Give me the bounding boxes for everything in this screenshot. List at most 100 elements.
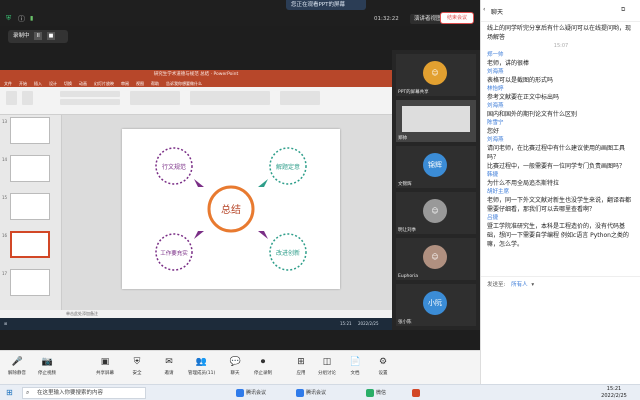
participant-tile[interactable]: 锦辉 文锦辉: [396, 146, 476, 188]
end-meeting-button[interactable]: 结束会议: [440, 12, 474, 24]
chat-input[interactable]: [487, 292, 635, 372]
toolbar-button[interactable]: 👥 管理成员(11): [188, 357, 215, 376]
participant-tile[interactable]: ☺ PPT的屏幕共享: [396, 54, 476, 96]
toolbar-button-label: 文档: [350, 371, 360, 376]
toolbar-button[interactable]: ⏺ 停止录制: [250, 357, 276, 376]
taskbar-app[interactable]: 腾讯会议: [236, 388, 266, 398]
avatar: ☺: [423, 245, 447, 269]
pause-recording-button[interactable]: II: [34, 31, 43, 40]
shield-icon[interactable]: ⛨: [6, 14, 11, 23]
meeting-toolbar: 🎤 解除静音 📷 停止视频 ▣ 共享屏幕 ⛨ 安全 ✉ 邀请 👥 管理成员(11) 💬 聊天 ⏺ 停止录制 ⊞ 应…: [0, 350, 480, 384]
participant-name: 郑帅: [398, 136, 407, 141]
toolbar-button[interactable]: ◫ 分组讨论: [314, 357, 340, 376]
slide-thumbnail[interactable]: [10, 117, 50, 144]
ribbon-paragraph[interactable]: [130, 91, 180, 105]
collapse-icon[interactable]: ‹: [483, 6, 485, 13]
participant-tile[interactable]: 小阮 张小陈: [396, 284, 476, 326]
search-icon: ⌕: [26, 389, 30, 396]
chat-message: 线上的同学听完分享后有什么疑问可以在线提问哟，现场解答: [487, 25, 632, 41]
chevron-down-icon[interactable]: ▾: [531, 282, 534, 288]
recording-indicator[interactable]: 录制中 II ■: [8, 30, 68, 43]
slide-thumbnail[interactable]: [10, 155, 50, 182]
taskbar-app[interactable]: 微信: [366, 388, 386, 398]
toolbar-button[interactable]: ▣ 共享屏幕: [92, 357, 118, 376]
shared-start-icon: ⊞: [4, 321, 8, 326]
ribbon-tab[interactable]: 视图: [136, 81, 144, 86]
ribbon-tab[interactable]: 插入: [34, 81, 42, 86]
shared-taskbar-date: 2022/2/25: [358, 321, 379, 326]
slide-number: 17: [2, 271, 8, 276]
ribbon-tab[interactable]: 帮助: [151, 81, 159, 86]
slide-thumbnail[interactable]: [10, 193, 50, 220]
ribbon-tab[interactable]: 动画: [79, 81, 87, 86]
stop-recording-button[interactable]: ■: [47, 31, 56, 40]
current-slide[interactable]: 总结 行文规范 解题定意 工作要充实 改进创新: [122, 129, 340, 289]
slide-thumbnail[interactable]: [10, 269, 50, 296]
participant-name: 张小陈: [398, 320, 412, 325]
toolbar-button[interactable]: 🎤 解除静音: [4, 357, 30, 376]
ppt-title-bar: 研究生学术道德与规范 总结 · PowerPoint: [0, 70, 392, 80]
ribbon-paste-button[interactable]: [6, 91, 17, 105]
send-to-select[interactable]: 所有人: [511, 282, 528, 288]
taskbar-search[interactable]: ⌕ 在这里输入你要搜索的内容: [22, 387, 146, 399]
ribbon-font-box[interactable]: [60, 91, 120, 97]
arrow-icon: [258, 231, 268, 239]
ribbon-tab[interactable]: 文件: [4, 81, 12, 86]
meeting-top-bar: [0, 0, 480, 26]
slide-thumbnail-selected[interactable]: [10, 231, 50, 258]
participant-tile[interactable]: 郑帅: [396, 100, 476, 142]
notes-hint[interactable]: 单击此处添加备注: [66, 311, 98, 316]
start-icon[interactable]: ⊞: [6, 388, 16, 398]
ribbon-new-slide-button[interactable]: [22, 91, 33, 105]
toolbar-button[interactable]: ⊞ 应用: [288, 357, 314, 376]
ribbon-tab[interactable]: 设计: [49, 81, 57, 86]
toolbar-button-label: 分组讨论: [318, 371, 336, 376]
ribbon-tab[interactable]: 开始: [19, 81, 27, 86]
chat-message: 国内和国外的期刊论文有什么区别: [487, 111, 578, 118]
share-screen-icon: ▣: [100, 357, 110, 367]
tencent-meeting-icon: [296, 388, 304, 397]
taskbar-app[interactable]: 腾讯会议: [296, 388, 326, 398]
chat-sender: 胡好主席: [487, 189, 510, 195]
taskbar-app[interactable]: [412, 388, 422, 398]
invite-icon: ✉: [165, 357, 173, 367]
toolbar-button-label: 应用: [296, 371, 306, 376]
ribbon-editing[interactable]: [280, 91, 320, 105]
toolbar-button[interactable]: 💬 聊天: [222, 357, 248, 376]
chat-timestamp: 15:07: [553, 43, 569, 49]
ribbon-tab[interactable]: 审阅: [121, 81, 129, 86]
share-banner[interactable]: 您正在观看PPT的屏幕: [286, 0, 366, 10]
ribbon-tab[interactable]: 切换: [64, 81, 72, 86]
chat-sender: 林怡婷: [487, 86, 504, 92]
settings-button[interactable]: ⚙ 设置: [370, 357, 396, 376]
participant-tile[interactable]: ☺ 明让刘季: [396, 192, 476, 234]
toolbar-button-label: 聊天: [230, 371, 240, 376]
taskbar-app-label: 腾讯会议: [246, 390, 267, 396]
toolbar-button-label: 解除静音: [8, 371, 26, 376]
ribbon-drawing[interactable]: [190, 91, 270, 105]
toolbar-button[interactable]: 📄 文档: [342, 357, 368, 376]
docs-icon: 📄: [349, 357, 361, 367]
shared-taskbar-time: 15:21: [340, 321, 352, 326]
center-label: 总结: [221, 203, 241, 216]
chat-send-target[interactable]: 发送至: 所有人 ▾: [481, 276, 640, 288]
participant-tile[interactable]: ☺ Euphoria: [396, 238, 476, 280]
slide-thumbnails: 13 14 15 16 17: [0, 115, 62, 310]
info-icon[interactable]: ⓘ: [18, 14, 25, 24]
toolbar-button[interactable]: 📷 停止视频: [34, 357, 60, 376]
chat-message: 比赛过程中，一般需要有一位同学专门负责画图吗？: [487, 163, 626, 170]
ribbon-tab[interactable]: 幻灯片放映: [94, 81, 114, 86]
avatar: 小阮: [423, 291, 447, 315]
popout-icon[interactable]: ⧉: [621, 6, 625, 14]
participant-panel: ☺ PPT的屏幕共享 郑帅 锦辉 文锦辉 ☺ 明让刘季 ☺ Euphoria 小…: [392, 50, 480, 330]
slide-number: 16: [2, 233, 8, 238]
toolbar-button[interactable]: ✉ 邀请: [156, 357, 182, 376]
ribbon-tab[interactable]: 告诉我你想要做什么: [166, 81, 202, 86]
windows-taskbar: ⊞ ⌕ 在这里输入你要搜索的内容 腾讯会议 腾讯会议 微信 15:21 2022…: [0, 384, 640, 400]
record-icon: ⏺: [260, 357, 266, 367]
toolbar-button[interactable]: ⛨ 安全: [124, 357, 150, 376]
ribbon-font-format[interactable]: [60, 99, 120, 105]
camera-icon: 📷: [41, 357, 53, 367]
taskbar-clock[interactable]: 15:21 2022/2/25: [594, 386, 634, 400]
avatar: ☺: [423, 61, 447, 85]
